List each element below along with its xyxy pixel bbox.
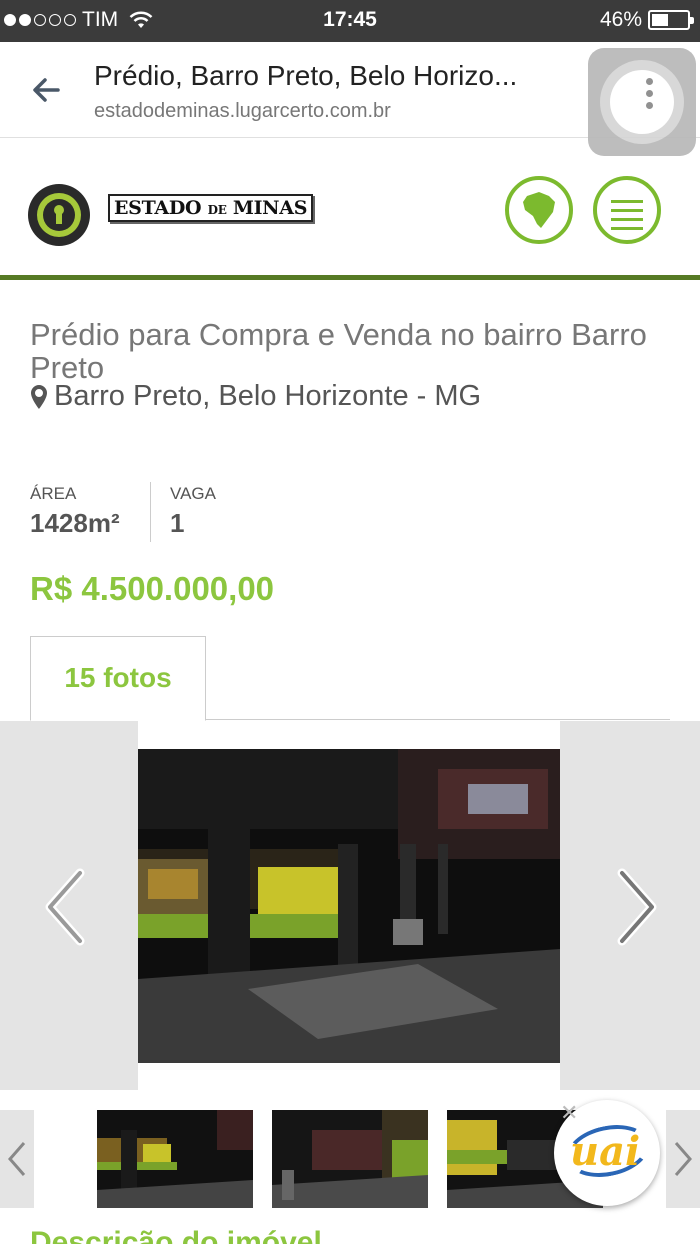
- menu-button[interactable]: [593, 176, 661, 244]
- listing-price: R$ 4.500.000,00: [30, 570, 275, 607]
- spec-area: ÁREA 1428m²: [30, 484, 120, 539]
- chevron-right-icon: [674, 1142, 692, 1176]
- thumbnail-next-button[interactable]: [666, 1110, 700, 1208]
- photo-carousel: [0, 721, 700, 1090]
- chevron-right-icon[interactable]: [612, 867, 662, 947]
- thumbnail-2[interactable]: [272, 1110, 428, 1208]
- status-right: 46%: [599, 8, 694, 32]
- back-arrow-icon[interactable]: [28, 72, 64, 108]
- location-pin-icon: [31, 384, 47, 409]
- site-header: ESTADO DE MINAS: [0, 138, 700, 280]
- map-button[interactable]: [505, 176, 573, 244]
- thumbnail-1[interactable]: [97, 1110, 253, 1208]
- estado-de-minas-logo[interactable]: ESTADO DE MINAS: [108, 194, 314, 222]
- brazil-map-icon: [523, 192, 555, 228]
- close-icon[interactable]: ✕: [560, 1100, 578, 1126]
- battery-percent: 46%: [599, 8, 642, 31]
- brand-main: ESTADO: [114, 197, 208, 219]
- listing-title: Prédio para Compra e Venda no bairro Bar…: [30, 317, 647, 385]
- tab-photos[interactable]: 15 fotos: [30, 636, 206, 721]
- chevron-left-icon: [8, 1142, 26, 1176]
- kebab-menu-icon: [646, 78, 654, 114]
- area-label: ÁREA: [30, 484, 77, 503]
- brand-end: MINAS: [226, 197, 308, 219]
- description-heading: Descrição do imóvel: [30, 1226, 322, 1244]
- battery-fill: [652, 14, 668, 26]
- listing-location: Barro Preto, Belo Horizonte - MG: [30, 380, 481, 413]
- spec-divider: [150, 482, 151, 542]
- area-value: 1428m²: [30, 508, 120, 538]
- vaga-label: VAGA: [170, 484, 216, 503]
- status-bar: TIM 17:45 46%: [0, 0, 700, 42]
- location-text: Barro Preto, Belo Horizonte - MG: [54, 380, 482, 412]
- lugar-certo-logo[interactable]: [28, 184, 90, 246]
- browser-toolbar: Prédio, Barro Preto, Belo Horizo... esta…: [0, 42, 700, 156]
- vaga-value: 1: [170, 508, 185, 538]
- clock: 17:45: [323, 8, 377, 31]
- hamburger-menu-icon: [611, 200, 643, 236]
- battery-icon: [648, 10, 694, 30]
- chevron-left-icon[interactable]: [40, 867, 90, 947]
- page-url[interactable]: estadodeminas.lugarcerto.com.br: [94, 100, 391, 123]
- thumbnail-prev-button[interactable]: [0, 1110, 34, 1208]
- main-photo[interactable]: [138, 749, 560, 1063]
- page-title: Prédio, Barro Preto, Belo Horizo...: [94, 60, 518, 91]
- spec-vaga: VAGA 1: [170, 484, 216, 539]
- brand-small: DE: [207, 203, 227, 217]
- uai-logo-text: uai: [570, 1128, 641, 1175]
